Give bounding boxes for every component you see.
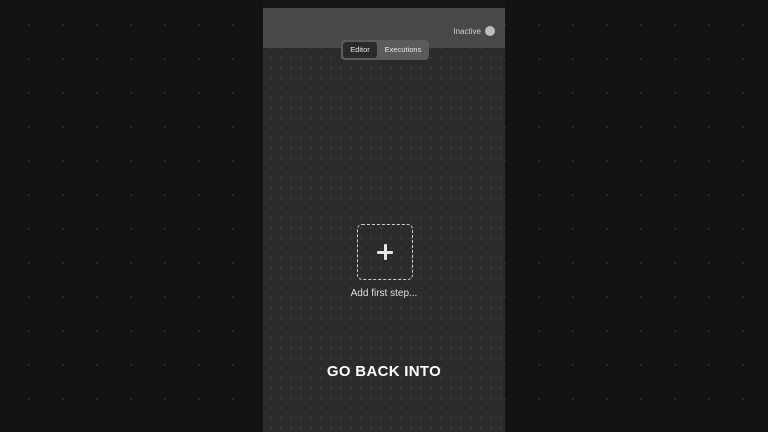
add-first-step-button[interactable] [357, 224, 413, 280]
workflow-editor-screen: Inactive Editor Executions Add first ste… [263, 0, 505, 432]
video-frame: Inactive Editor Executions Add first ste… [0, 0, 768, 432]
active-toggle[interactable] [485, 26, 495, 36]
tab-editor[interactable]: Editor [343, 42, 377, 58]
device-status-bar [263, 0, 505, 8]
tab-executions[interactable]: Executions [379, 42, 427, 58]
add-first-step-label: Add first step... [350, 288, 418, 299]
plus-icon [377, 244, 393, 260]
workflow-status-label: Inactive [453, 27, 481, 36]
view-tabs: Editor Executions [341, 40, 429, 60]
video-caption: GO BACK INTO [326, 363, 442, 380]
